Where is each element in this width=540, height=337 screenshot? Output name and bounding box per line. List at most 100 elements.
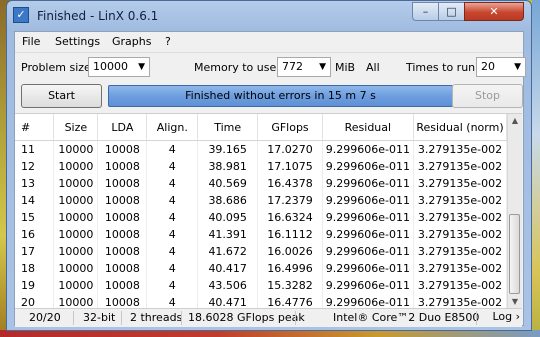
desktop-background-bottom bbox=[0, 330, 540, 337]
menu-file[interactable]: File bbox=[22, 35, 40, 48]
column-header-size[interactable]: Size bbox=[53, 114, 99, 141]
cell-align: 4 bbox=[146, 226, 199, 243]
window-title: Finished - LinX 0.6.1 bbox=[37, 9, 159, 23]
cell-gflops: 16.4378 bbox=[257, 175, 323, 192]
cell-lda: 10008 bbox=[97, 260, 148, 277]
scroll-thumb[interactable] bbox=[509, 214, 520, 294]
table-row[interactable]: 20 10000 10008 4 40.471 16.4776 9.299606… bbox=[15, 294, 508, 309]
minimize-button[interactable]: – bbox=[412, 2, 439, 21]
client-area: File Settings Graphs ? Problem size: 100… bbox=[14, 31, 526, 327]
cell-residual-norm: 3.279135e-002 bbox=[413, 226, 508, 243]
status-message: Finished without errors in 15 m 7 s bbox=[185, 89, 376, 102]
start-button[interactable]: Start bbox=[21, 84, 102, 108]
close-button[interactable]: ✕ bbox=[464, 2, 524, 21]
vertical-scrollbar[interactable]: ▲ ▼ bbox=[507, 114, 522, 309]
cell-residual: 9.299606e-011 bbox=[322, 209, 414, 226]
column-header-gflops[interactable]: GFlops bbox=[257, 114, 323, 141]
cell-lda: 10008 bbox=[97, 158, 148, 175]
cell-residual-norm: 3.279135e-002 bbox=[413, 192, 508, 209]
cell-gflops: 16.6324 bbox=[257, 209, 323, 226]
column-header-time[interactable]: Time bbox=[197, 114, 259, 141]
cell-number: 17 bbox=[15, 243, 55, 260]
cell-size: 10000 bbox=[53, 226, 99, 243]
chevron-down-icon: ▼ bbox=[514, 62, 521, 72]
memory-value: 772 bbox=[282, 60, 303, 73]
app-icon[interactable]: ✓ bbox=[13, 7, 29, 23]
memory-all-button[interactable]: All bbox=[366, 61, 380, 74]
menu-bar: File Settings Graphs ? bbox=[15, 32, 523, 53]
maximize-button[interactable]: □ bbox=[438, 2, 465, 21]
cell-time: 39.165 bbox=[197, 140, 259, 158]
memory-dropdown[interactable]: 772 ▼ bbox=[277, 57, 331, 77]
menu-help[interactable]: ? bbox=[165, 35, 171, 48]
cell-align: 4 bbox=[146, 175, 199, 192]
cell-time: 41.672 bbox=[197, 243, 259, 260]
table-row[interactable]: 15 10000 10008 4 40.095 16.6324 9.299606… bbox=[15, 209, 508, 226]
table-row[interactable]: 16 10000 10008 4 41.391 16.1112 9.299606… bbox=[15, 226, 508, 243]
cell-align: 4 bbox=[146, 260, 199, 277]
column-header-residual-norm[interactable]: Residual (norm) bbox=[413, 114, 508, 141]
menu-graphs[interactable]: Graphs bbox=[112, 35, 151, 48]
cell-residual: 9.299606e-011 bbox=[322, 175, 414, 192]
title-bar[interactable]: ✓ Finished - LinX 0.6.1 – □ ✕ bbox=[7, 1, 531, 31]
column-header-align[interactable]: Align. bbox=[146, 114, 199, 141]
column-header-lda[interactable]: LDA bbox=[97, 114, 148, 141]
table-row[interactable]: 17 10000 10008 4 41.672 16.0026 9.299606… bbox=[15, 243, 508, 260]
cell-align: 4 bbox=[146, 209, 199, 226]
thread-count: 2 threads bbox=[130, 311, 183, 324]
status-separator bbox=[121, 311, 122, 325]
cell-align: 4 bbox=[146, 158, 199, 175]
menu-settings[interactable]: Settings bbox=[55, 35, 100, 48]
cell-residual: 9.299606e-011 bbox=[322, 294, 414, 309]
column-header-number[interactable]: # bbox=[15, 114, 55, 141]
cell-align: 4 bbox=[146, 243, 199, 260]
column-header-residual[interactable]: Residual bbox=[322, 114, 414, 141]
cell-gflops: 16.4776 bbox=[257, 294, 323, 309]
cell-number: 15 bbox=[15, 209, 55, 226]
cell-lda: 10008 bbox=[97, 140, 148, 158]
cell-time: 41.391 bbox=[197, 226, 259, 243]
table-row[interactable]: 13 10000 10008 4 40.569 16.4378 9.299606… bbox=[15, 175, 508, 192]
cell-time: 40.471 bbox=[197, 294, 259, 309]
scroll-down-icon[interactable]: ▼ bbox=[508, 295, 522, 309]
status-bar: 20/20 32-bit 2 threads 18.6028 GFlops pe… bbox=[15, 308, 522, 327]
problem-size-dropdown[interactable]: 10000 ▼ bbox=[88, 57, 150, 77]
cell-lda: 10008 bbox=[97, 175, 148, 192]
cell-size: 10000 bbox=[53, 192, 99, 209]
cell-gflops: 16.1112 bbox=[257, 226, 323, 243]
progress-bar: Finished without errors in 15 m 7 s bbox=[108, 85, 453, 107]
runs-completed: 20/20 bbox=[29, 311, 61, 324]
cell-size: 10000 bbox=[53, 140, 99, 158]
cell-gflops: 16.0026 bbox=[257, 243, 323, 260]
cell-number: 20 bbox=[15, 294, 55, 309]
cell-gflops: 17.2379 bbox=[257, 192, 323, 209]
peak-gflops: 18.6028 GFlops peak bbox=[188, 311, 305, 324]
scroll-up-icon[interactable]: ▲ bbox=[508, 114, 522, 128]
cell-residual-norm: 3.279135e-002 bbox=[413, 158, 508, 175]
log-button[interactable]: Log › bbox=[492, 310, 520, 323]
cell-lda: 10008 bbox=[97, 192, 148, 209]
table-row[interactable]: 19 10000 10008 4 43.506 15.3282 9.299606… bbox=[15, 277, 508, 294]
cell-residual-norm: 3.279135e-002 bbox=[413, 260, 508, 277]
cell-align: 4 bbox=[146, 277, 199, 294]
memory-label: Memory to use: bbox=[194, 61, 280, 74]
times-to-run-dropdown[interactable]: 20 ▼ bbox=[476, 57, 526, 77]
cell-time: 38.686 bbox=[197, 192, 259, 209]
cell-time: 43.506 bbox=[197, 277, 259, 294]
chevron-down-icon: ▼ bbox=[138, 62, 145, 72]
cell-residual-norm: 3.279135e-002 bbox=[413, 140, 508, 158]
stop-button[interactable]: Stop bbox=[452, 84, 523, 108]
table-row[interactable]: 11 10000 10008 4 39.165 17.0270 9.299606… bbox=[15, 140, 508, 158]
cell-size: 10000 bbox=[53, 260, 99, 277]
cell-lda: 10008 bbox=[97, 294, 148, 309]
cell-residual: 9.299606e-011 bbox=[322, 226, 414, 243]
problem-size-value: 10000 bbox=[93, 60, 128, 73]
table-row[interactable]: 18 10000 10008 4 40.417 16.4996 9.299606… bbox=[15, 260, 508, 277]
table-row[interactable]: 12 10000 10008 4 38.981 17.1075 9.299606… bbox=[15, 158, 508, 175]
desktop-background-right bbox=[532, 0, 540, 337]
cell-number: 18 bbox=[15, 260, 55, 277]
table-row[interactable]: 14 10000 10008 4 38.686 17.2379 9.299606… bbox=[15, 192, 508, 209]
cell-number: 16 bbox=[15, 226, 55, 243]
cell-lda: 10008 bbox=[97, 226, 148, 243]
cell-residual-norm: 3.279135e-002 bbox=[413, 243, 508, 260]
